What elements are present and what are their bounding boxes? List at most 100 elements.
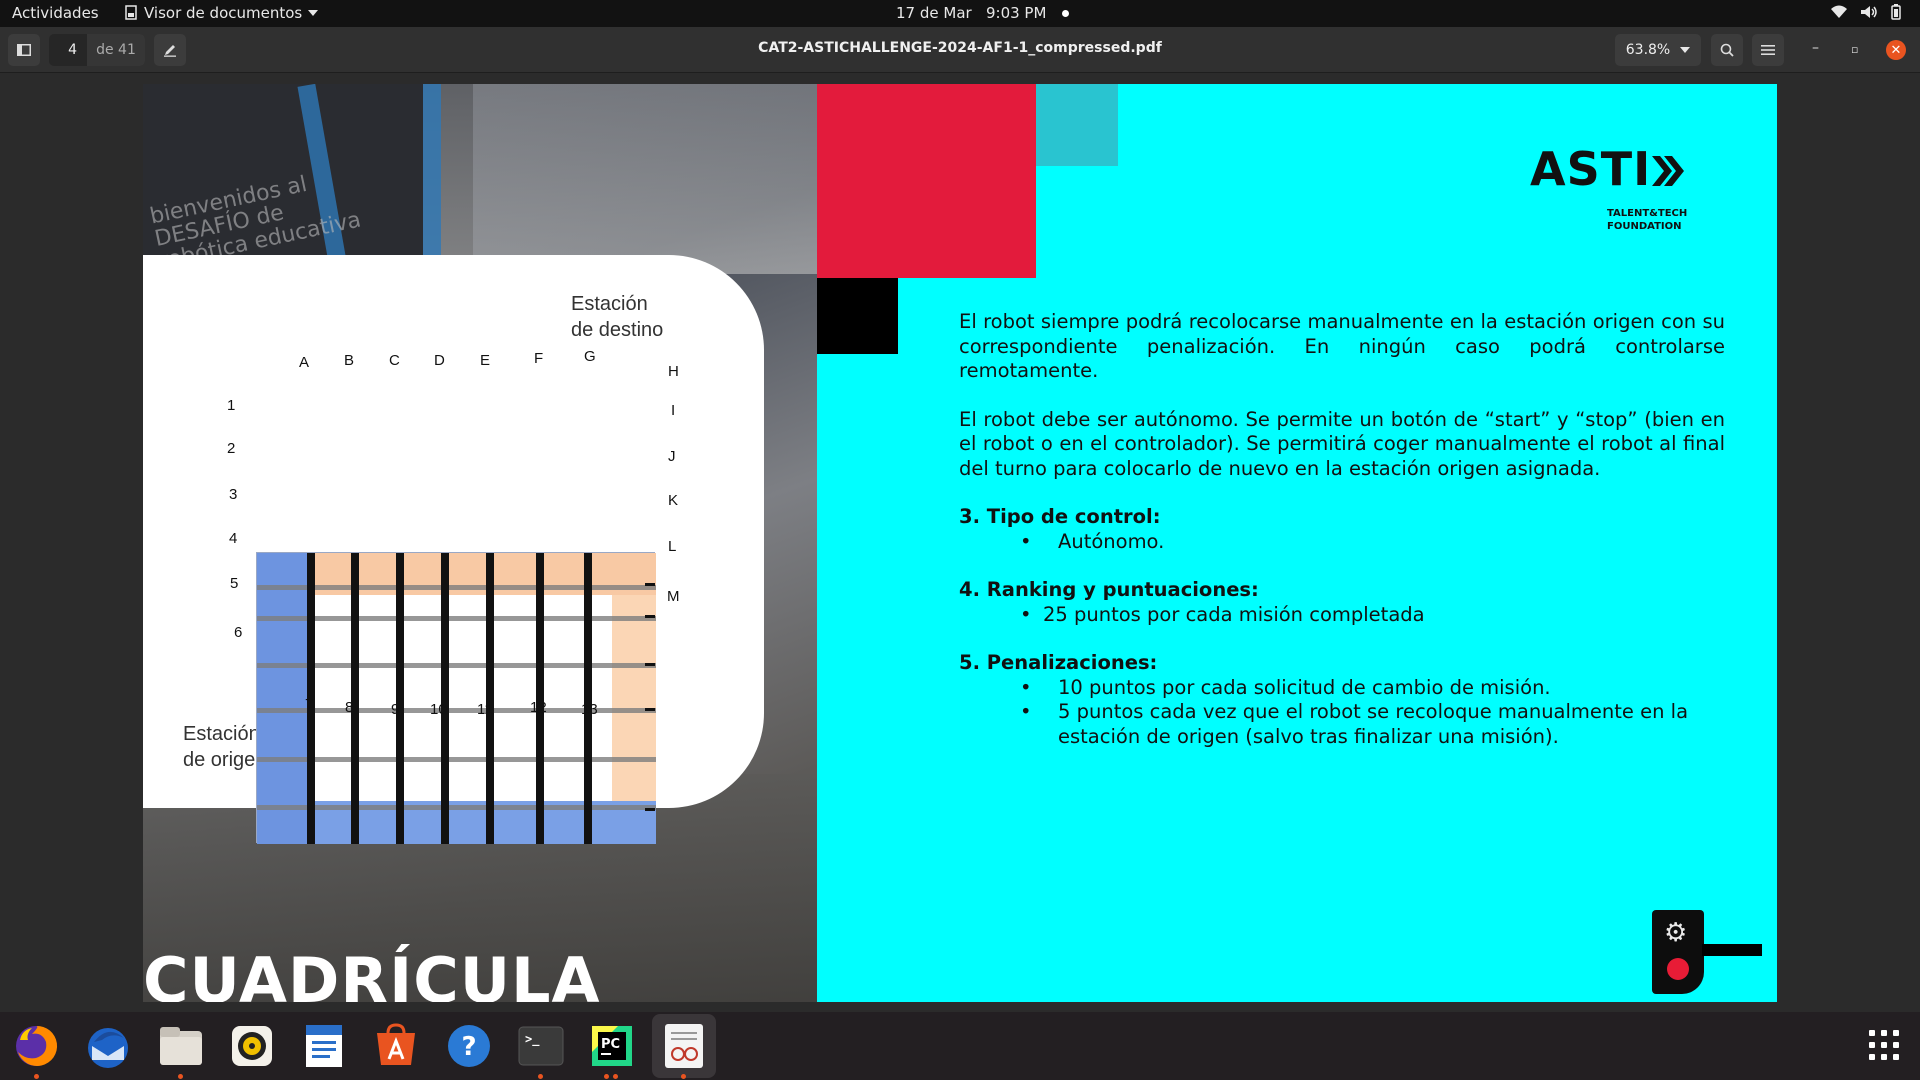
- show-applications-button[interactable]: [1869, 1030, 1899, 1060]
- document-viewer-small-icon: [125, 5, 137, 20]
- section-3-list: Autónomo.: [959, 530, 1725, 555]
- pycharm-icon[interactable]: PC: [586, 1020, 638, 1072]
- dock: ? >_ PC: [0, 1012, 1920, 1080]
- section-5-list: 10 puntos por cada solicitud de cambio d…: [959, 676, 1725, 750]
- grid-label-bottom: 13: [581, 701, 598, 718]
- content-panel: ASTI TALENT&TECH FOUNDATION El robot sie…: [817, 84, 1777, 1002]
- section-5-title: 5. Penalizaciones:: [959, 651, 1158, 674]
- software-icon[interactable]: [370, 1020, 422, 1072]
- grid-tick: [645, 663, 655, 666]
- menu-button[interactable]: [1752, 34, 1784, 66]
- grid-line-horizontal: [257, 585, 656, 590]
- system-tray[interactable]: [1830, 4, 1902, 20]
- battery-icon: [1891, 4, 1901, 20]
- files-icon[interactable]: [155, 1020, 207, 1072]
- zoom-selector[interactable]: 63.8%: [1615, 34, 1701, 66]
- grid-label-left: 5: [230, 575, 239, 592]
- terminal-icon[interactable]: >_: [515, 1020, 567, 1072]
- paragraph-2: El robot debe ser autónomo. Se permite u…: [959, 407, 1725, 480]
- grid-label-bottom: 8: [345, 699, 354, 716]
- search-button[interactable]: [1711, 34, 1743, 66]
- help-icon[interactable]: ?: [443, 1020, 495, 1072]
- robot-arm-decoration: [1702, 944, 1762, 956]
- grid-label-top: D: [434, 352, 445, 369]
- rules-text: El robot siempre podrá recolocarse manua…: [959, 310, 1725, 773]
- clock-button[interactable]: 17 de Mar 9:03 PM: [896, 4, 1070, 22]
- running-indicator: [178, 1074, 183, 1079]
- paragraph-1: El robot siempre podrá recolocarse manua…: [959, 310, 1725, 382]
- list-item: 5 puntos cada vez que el robot se recolo…: [959, 700, 1725, 749]
- decor-black-block: [817, 278, 898, 354]
- running-indicator: [681, 1074, 686, 1079]
- running-indicator: [34, 1074, 39, 1079]
- grid-label-top: B: [344, 352, 355, 369]
- logo-subtitle: TALENT&TECH FOUNDATION: [1607, 207, 1727, 233]
- document-viewer-icon[interactable]: [658, 1020, 710, 1072]
- app-menu[interactable]: Visor de documentos: [124, 4, 319, 22]
- grid-line-horizontal: [257, 663, 656, 668]
- help-glyph: ?: [461, 1032, 476, 1062]
- viewer-headerbar: 4 de 41 CAT2-ASTICHALLENGE-2024-AF1-1_co…: [0, 27, 1920, 73]
- logo-word: ASTI: [1530, 142, 1652, 196]
- photo-light-region: [423, 84, 817, 274]
- search-icon: [1720, 43, 1734, 57]
- grid-label-bottom: 10: [430, 701, 447, 718]
- top-bar: Actividades Visor de documentos 17 de Ma…: [0, 0, 1920, 27]
- grid-line-vertical: [486, 553, 494, 844]
- app-menu-label: Visor de documentos: [144, 4, 303, 22]
- grid-label-top: C: [389, 352, 400, 369]
- hamburger-icon: [1761, 45, 1775, 55]
- restore-button[interactable]: ▫: [1851, 43, 1858, 56]
- asti-logo: ASTI TALENT&TECH FOUNDATION: [1530, 142, 1687, 232]
- gear-icon: ⚙: [1664, 918, 1688, 948]
- pycharm-glyph: PC: [601, 1037, 620, 1052]
- rhythmbox-icon[interactable]: [226, 1020, 278, 1072]
- section-4-list: 25 puntos por cada misión completada: [959, 603, 1725, 628]
- grid-label-left: 1: [227, 397, 236, 414]
- grid-line-vertical: [584, 553, 592, 844]
- station-destination-label: Estación de destino: [571, 291, 663, 343]
- close-icon: ✕: [1890, 42, 1902, 58]
- grid-tick: [645, 583, 655, 586]
- pdf-page: bienvenidos al DESAFÍO de robótica educa…: [143, 84, 1777, 1002]
- zoom-level: 63.8%: [1625, 42, 1671, 58]
- chevron-down-icon: [308, 10, 319, 16]
- activities-button[interactable]: Actividades: [12, 4, 99, 22]
- station-origin-label: Estación de origen: [183, 721, 266, 773]
- grid-board-svg: [257, 553, 656, 844]
- station-origin-line2: de origen: [183, 749, 267, 771]
- document-area[interactable]: bienvenidos al DESAFÍO de robótica educa…: [0, 74, 1920, 1012]
- chevron-down-icon: [1680, 47, 1691, 53]
- firefox-icon[interactable]: [10, 1020, 62, 1072]
- grid-label-bottom: 9: [391, 701, 400, 718]
- grid-label-top: A: [299, 354, 310, 371]
- grid-label-right: L: [668, 538, 677, 555]
- grid-label-top: G: [584, 348, 596, 365]
- grid-label-right: M: [667, 588, 680, 605]
- origin-column: [257, 553, 311, 844]
- minimize-button[interactable]: –: [1812, 40, 1819, 56]
- logo-sub-line2: FOUNDATION: [1607, 221, 1682, 232]
- logo-chevron-icon: [1652, 156, 1684, 186]
- grid-card: Estación de destino Estación de origen A…: [143, 255, 764, 844]
- grid-label-bottom: 7: [305, 696, 314, 713]
- grid-label-bottom: 12: [530, 699, 547, 716]
- running-indicator: [538, 1074, 543, 1079]
- page-left-title: CUADRÍCULA: [143, 944, 601, 1002]
- thunderbird-icon[interactable]: [82, 1020, 134, 1072]
- lanyard-strap: [423, 84, 441, 284]
- writer-icon[interactable]: [298, 1020, 350, 1072]
- robot-decoration: ⚙: [1652, 910, 1704, 994]
- grid-label-left: 6: [234, 624, 243, 641]
- grid-tick: [645, 808, 655, 811]
- logo-sub-line1: TALENT&TECH: [1607, 208, 1688, 219]
- destination-column: [612, 595, 656, 801]
- grid-label-left: 4: [229, 530, 238, 547]
- grid-line-vertical: [441, 553, 449, 844]
- notification-dot: [1062, 9, 1070, 17]
- grid-tick: [645, 615, 655, 618]
- grid-label-right: K: [668, 492, 679, 509]
- running-indicator: [613, 1074, 618, 1079]
- close-button[interactable]: ✕: [1886, 40, 1906, 60]
- decor-red-block: [817, 84, 1036, 278]
